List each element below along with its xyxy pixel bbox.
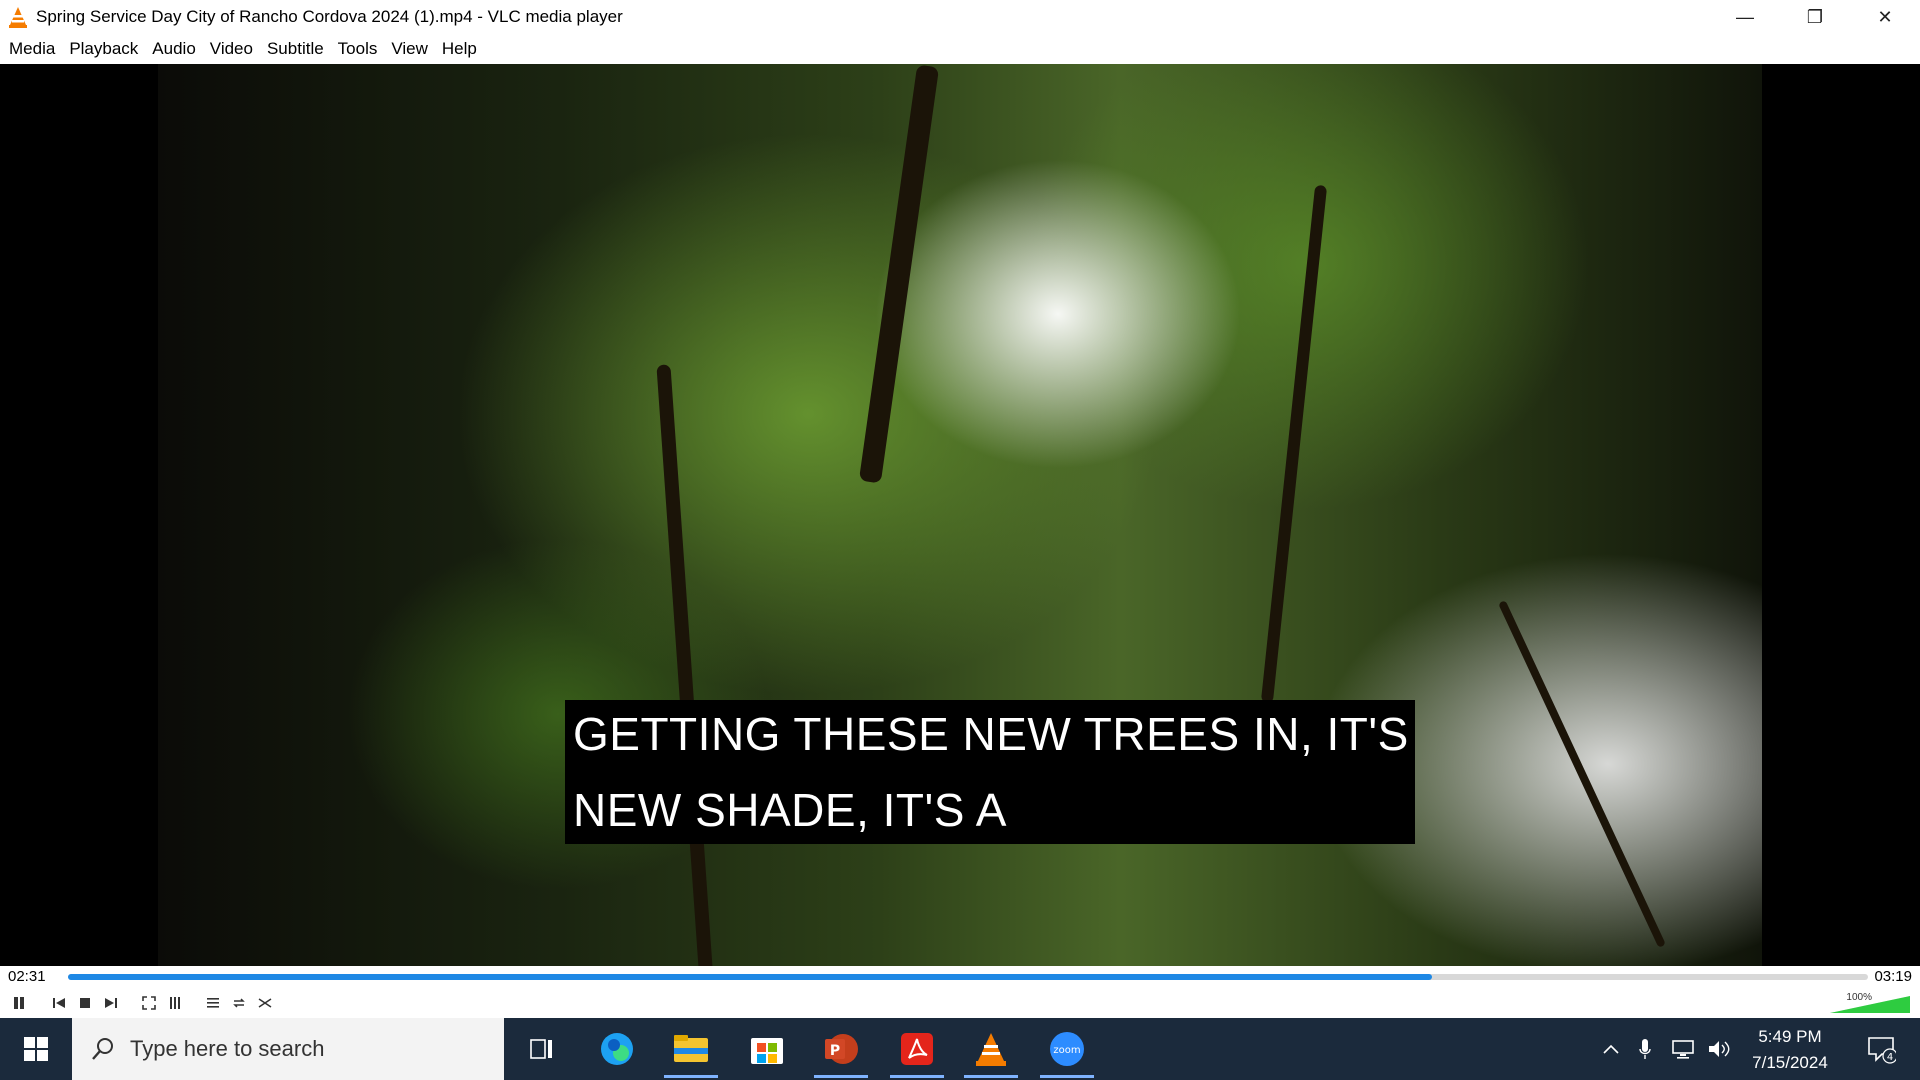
controls-bar: 100% xyxy=(0,988,1920,1018)
search-placeholder: Type here to search xyxy=(130,1036,325,1061)
total-time[interactable]: 03:19 xyxy=(1874,968,1912,985)
menu-playback[interactable]: Playback xyxy=(62,34,145,64)
video-area[interactable]: GETTING THESE NEW TREES IN, IT'S NEW SHA… xyxy=(0,64,1920,966)
microsoft-store-icon[interactable] xyxy=(736,1026,798,1072)
subtitle-line-1: GETTING THESE NEW TREES IN, IT'S xyxy=(573,708,1409,760)
title-bar: Spring Service Day City of Rancho Cordov… xyxy=(0,0,1920,34)
vlc-icon[interactable] xyxy=(960,1026,1022,1078)
menu-view[interactable]: View xyxy=(384,34,435,64)
subtitle-box: GETTING THESE NEW TREES IN, IT'S NEW SHA… xyxy=(565,700,1415,844)
svg-text:P: P xyxy=(830,1043,840,1059)
seek-row: 02:31 03:19 xyxy=(0,966,1920,988)
start-button[interactable] xyxy=(0,1018,72,1080)
close-button[interactable]: ✕ xyxy=(1850,0,1920,34)
notifications-icon[interactable]: 4 xyxy=(1856,1018,1906,1080)
tree-branch xyxy=(656,364,714,966)
clock-date: 7/15/2024 xyxy=(1752,1053,1828,1072)
powerpoint-icon[interactable]: P xyxy=(810,1026,872,1078)
menu-video[interactable]: Video xyxy=(203,34,260,64)
taskbar: Type here to search P zoom 5:49 PM 7/15/… xyxy=(0,1018,1920,1080)
menu-bar: Media Playback Audio Video Subtitle Tool… xyxy=(0,34,1920,64)
menu-audio[interactable]: Audio xyxy=(145,34,202,64)
vlc-logo-icon xyxy=(6,5,30,29)
seek-progress xyxy=(68,974,1433,980)
volume-slider[interactable]: 100% xyxy=(1820,992,1912,1014)
file-explorer-icon[interactable] xyxy=(660,1026,722,1078)
clock-time: 5:49 PM xyxy=(1758,1027,1822,1046)
speaker-icon[interactable] xyxy=(1702,1018,1736,1080)
windows-logo-icon xyxy=(24,1037,48,1061)
menu-media[interactable]: Media xyxy=(2,34,62,64)
loop-icon[interactable] xyxy=(228,992,250,1014)
next-icon[interactable] xyxy=(100,992,122,1014)
zoom-label: zoom xyxy=(1053,1045,1080,1056)
task-view-icon[interactable] xyxy=(510,1026,572,1072)
zoom-icon[interactable]: zoom xyxy=(1036,1026,1098,1078)
menu-subtitle[interactable]: Subtitle xyxy=(260,34,331,64)
tree-branch xyxy=(1260,184,1328,704)
shuffle-icon[interactable] xyxy=(254,992,276,1014)
taskbar-search-box[interactable]: Type here to search xyxy=(72,1018,504,1080)
window-title: Spring Service Day City of Rancho Cordov… xyxy=(36,7,623,26)
subtitle-line-2: NEW SHADE, IT'S A xyxy=(573,784,1007,836)
acrobat-icon[interactable] xyxy=(886,1026,948,1078)
tree-trunk xyxy=(858,64,940,484)
search-icon xyxy=(92,1038,113,1060)
seek-slider[interactable] xyxy=(68,974,1868,980)
show-hidden-icons-icon[interactable] xyxy=(1596,1018,1626,1080)
fullscreen-icon[interactable] xyxy=(138,992,160,1014)
notification-count: 4 xyxy=(1887,1052,1893,1063)
tree-branch xyxy=(1498,600,1666,948)
volume-label: 100% xyxy=(1846,992,1872,1003)
playlist-icon[interactable] xyxy=(202,992,224,1014)
elapsed-time[interactable]: 02:31 xyxy=(8,968,46,985)
pause-icon[interactable] xyxy=(8,992,30,1014)
edge-icon[interactable] xyxy=(586,1026,648,1072)
menu-tools[interactable]: Tools xyxy=(331,34,385,64)
previous-icon[interactable] xyxy=(48,992,70,1014)
restore-button[interactable]: ❐ xyxy=(1780,0,1850,34)
menu-help[interactable]: Help xyxy=(435,34,484,64)
network-icon[interactable] xyxy=(1666,1018,1700,1080)
taskbar-clock[interactable]: 5:49 PM 7/15/2024 xyxy=(1740,1024,1840,1076)
microphone-icon[interactable] xyxy=(1630,1018,1660,1080)
stop-icon[interactable] xyxy=(74,992,96,1014)
minimize-button[interactable]: — xyxy=(1710,0,1780,34)
extended-settings-icon[interactable] xyxy=(164,992,186,1014)
